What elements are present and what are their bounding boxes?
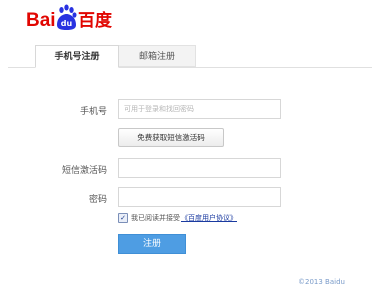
baidu-logo[interactable]: Bai du 百度 <box>26 3 116 33</box>
tab-phone-register[interactable]: 手机号注册 <box>35 45 119 68</box>
register-tabs: 手机号注册 邮箱注册 <box>0 45 380 68</box>
svg-text:Bai: Bai <box>26 10 56 31</box>
sms-code-label: 短信激活码 <box>61 166 107 176</box>
agree-checkbox[interactable]: ✓ <box>118 213 128 223</box>
get-sms-code-button[interactable]: 免费获取短信激活码 <box>118 128 224 147</box>
password-label: 密码 <box>88 195 107 205</box>
agreement-row: ✓ 我已阅读并接受 《百度用户协议》 <box>118 212 237 224</box>
phone-label: 手机号 <box>79 107 107 117</box>
user-agreement-link[interactable]: 《百度用户协议》 <box>181 213 237 223</box>
agree-text: 我已阅读并接受 <box>131 214 180 222</box>
paw-icon: du <box>57 4 77 30</box>
sms-code-input[interactable] <box>118 158 281 178</box>
phone-input[interactable] <box>118 99 281 119</box>
svg-text:du: du <box>61 19 73 28</box>
svg-text:百度: 百度 <box>78 10 113 31</box>
tab-email-register[interactable]: 邮箱注册 <box>119 45 196 67</box>
password-input[interactable] <box>118 187 281 207</box>
register-button[interactable]: 注册 <box>118 234 186 254</box>
copyright-text: ©2013 Baidu <box>298 278 345 286</box>
